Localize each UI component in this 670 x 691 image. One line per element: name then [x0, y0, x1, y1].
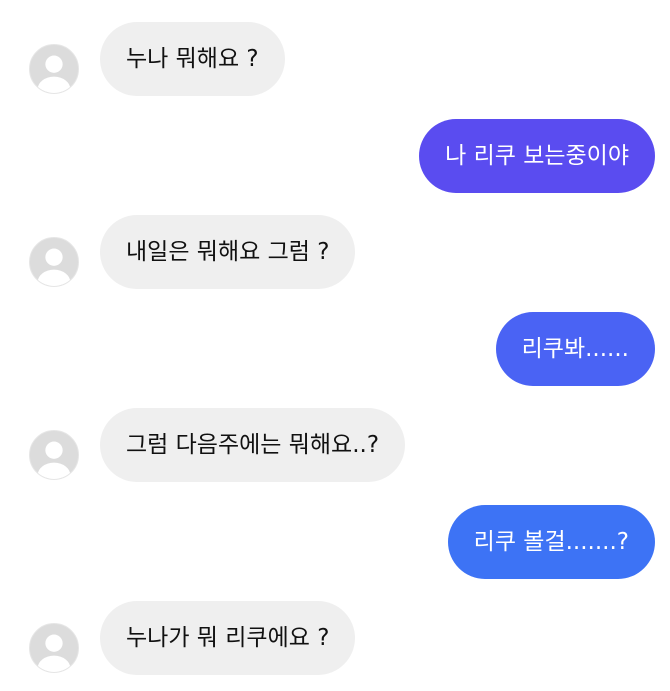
message-row-incoming: 내일은 뭐해요 그럼 ? — [0, 215, 670, 289]
avatar[interactable] — [29, 623, 79, 673]
message-row-incoming: 누나 뭐해요 ? — [0, 22, 670, 96]
message-bubble-outgoing[interactable]: 리쿠 볼걸.......? — [447, 505, 655, 579]
message-bubble-incoming[interactable]: 내일은 뭐해요 그럼 ? — [100, 215, 356, 289]
default-profile-icon — [37, 55, 71, 93]
message-row-outgoing: 나 리쿠 보는중이야 — [0, 119, 670, 193]
default-profile-icon — [37, 441, 71, 479]
message-bubble-incoming[interactable]: 누나가 뭐 리쿠에요 ? — [100, 601, 356, 675]
avatar[interactable] — [29, 430, 79, 480]
message-bubble-incoming[interactable]: 그럼 다음주에는 뭐해요..? — [100, 408, 406, 482]
avatar[interactable] — [29, 237, 79, 287]
message-bubble-outgoing[interactable]: 나 리쿠 보는중이야 — [419, 119, 655, 193]
message-row-outgoing: 리쿠봐...... — [0, 312, 670, 386]
message-row-outgoing: 리쿠 볼걸.......? — [0, 505, 670, 579]
message-bubble-incoming[interactable]: 누나 뭐해요 ? — [100, 22, 285, 96]
default-profile-icon — [37, 248, 71, 286]
default-profile-icon — [37, 634, 71, 672]
message-bubble-outgoing[interactable]: 리쿠봐...... — [495, 312, 655, 386]
chat-thread: 누나 뭐해요 ? 나 리쿠 보는중이야 내일은 뭐해요 그럼 ? 리쿠봐....… — [0, 0, 670, 691]
message-row-incoming: 누나가 뭐 리쿠에요 ? — [0, 601, 670, 675]
avatar[interactable] — [29, 44, 79, 94]
message-row-incoming: 그럼 다음주에는 뭐해요..? — [0, 408, 670, 482]
